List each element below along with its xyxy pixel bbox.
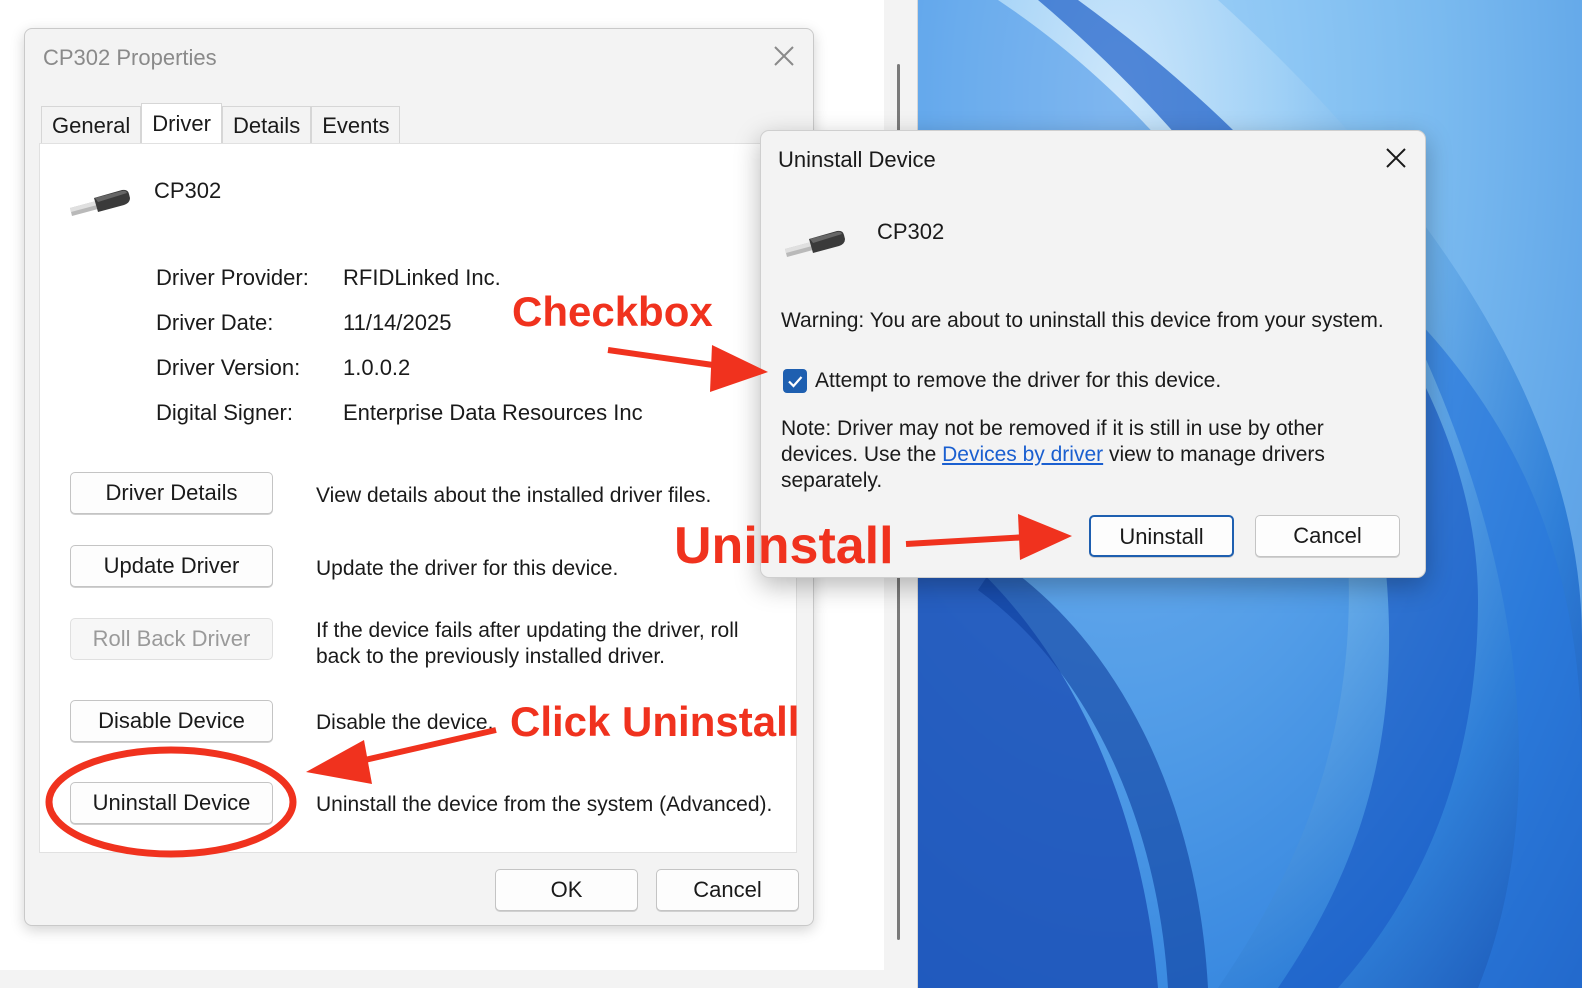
uninstall-button[interactable]: Uninstall xyxy=(1089,515,1234,557)
tab-events[interactable]: Events xyxy=(311,106,401,144)
driver-version-value: 1.0.0.2 xyxy=(343,355,411,380)
checkbox-label: Attempt to remove the driver for this de… xyxy=(815,369,1222,392)
uninstall-dialog-title: Uninstall Device xyxy=(778,147,936,172)
close-icon[interactable] xyxy=(1381,143,1411,173)
note-text: Note: Driver may not be removed if it is… xyxy=(781,416,1381,494)
roll-back-driver-button[interactable]: Roll Back Driver xyxy=(70,618,273,660)
uninstall-device-button[interactable]: Uninstall Device xyxy=(70,782,273,824)
annotation-click-uninstall: Click Uninstall xyxy=(510,698,800,745)
device-name: CP302 xyxy=(154,178,222,203)
driver-version-label: Driver Version: xyxy=(156,355,301,380)
dialog-title: CP302 Properties xyxy=(43,45,217,70)
close-icon[interactable] xyxy=(769,41,799,71)
uninstall-cancel-button[interactable]: Cancel xyxy=(1255,515,1400,557)
driver-tab-panel: CP302 Driver Provider: RFIDLinked Inc. D… xyxy=(39,143,797,853)
roll-back-driver-description: If the device fails after updating the d… xyxy=(316,619,739,668)
digital-signer-label: Digital Signer: xyxy=(156,400,293,425)
tab-general[interactable]: General xyxy=(41,106,142,144)
usb-plug-icon xyxy=(70,189,130,216)
driver-provider-value: RFIDLinked Inc. xyxy=(343,265,501,290)
driver-provider-label: Driver Provider: xyxy=(156,265,309,290)
driver-details-button[interactable]: Driver Details xyxy=(70,472,273,514)
uninstall-device-description: Uninstall the device from the system (Ad… xyxy=(316,793,773,816)
warning-text: Warning: You are about to uninstall this… xyxy=(781,309,1384,332)
uninstall-device-name: CP302 xyxy=(877,219,945,244)
ok-button[interactable]: OK xyxy=(495,869,638,911)
cancel-button[interactable]: Cancel xyxy=(656,869,799,911)
tab-details[interactable]: Details xyxy=(221,106,312,144)
tab-driver[interactable]: Driver xyxy=(141,103,222,143)
update-driver-button[interactable]: Update Driver xyxy=(70,545,273,587)
disable-device-button[interactable]: Disable Device xyxy=(70,700,273,742)
remove-driver-checkbox-row[interactable]: Attempt to remove the driver for this de… xyxy=(783,367,1221,395)
driver-details-description: View details about the installed driver … xyxy=(316,484,712,507)
tab-bar: General Driver Details Events xyxy=(41,103,401,144)
devices-by-driver-link[interactable]: Devices by driver xyxy=(942,443,1103,466)
driver-date-label: Driver Date: xyxy=(156,310,274,335)
uninstall-dialog: Uninstall Device CP302 Warning: You are … xyxy=(760,130,1426,578)
driver-date-value: 11/14/2025 xyxy=(343,310,452,335)
annotation-checkbox: Checkbox xyxy=(512,288,713,335)
remove-driver-checkbox[interactable] xyxy=(783,369,807,393)
properties-dialog: CP302 Properties General Driver Details … xyxy=(24,28,814,926)
digital-signer-value: Enterprise Data Resources Inc xyxy=(343,400,643,425)
annotation-uninstall: Uninstall xyxy=(674,517,894,575)
usb-plug-icon xyxy=(785,230,845,257)
checkmark-icon xyxy=(788,376,803,388)
